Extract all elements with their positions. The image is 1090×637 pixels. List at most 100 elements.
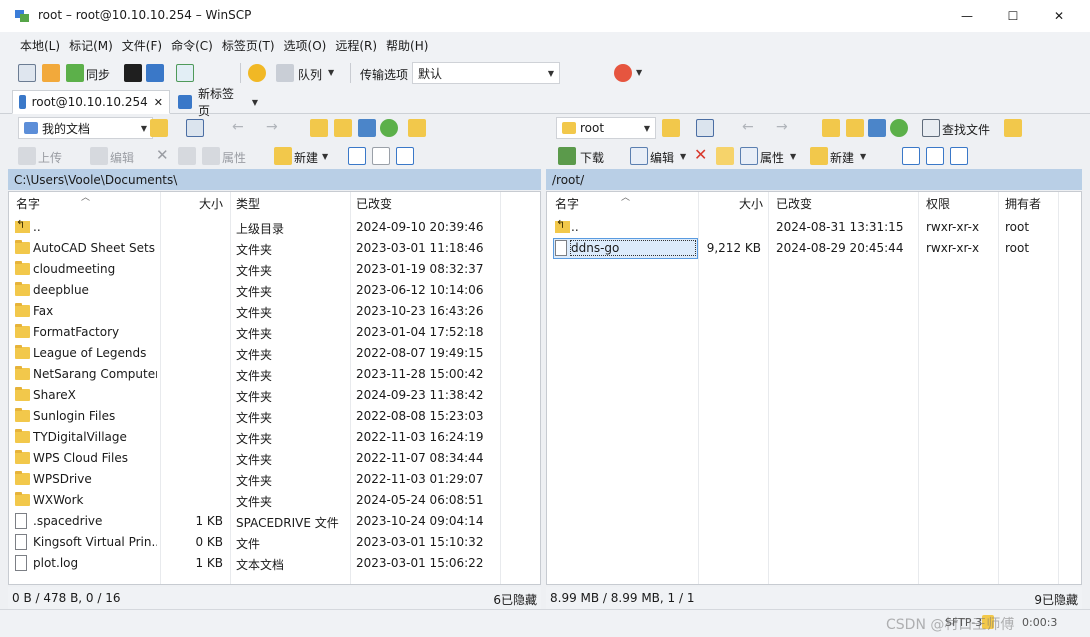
menu-remote[interactable]: 远程(R) (335, 37, 377, 54)
menu-help[interactable]: 帮助(H) (386, 37, 428, 54)
edit-icon[interactable] (630, 147, 648, 165)
column-header-rights[interactable]: 权限 (926, 192, 950, 214)
column-header-changed[interactable]: 已改变 (356, 192, 392, 214)
properties-icon[interactable] (202, 147, 220, 165)
download-button[interactable]: 下载 (580, 149, 604, 166)
table-row[interactable]: League of Legends 文件夹 2022-08-07 19:49:15 (9, 343, 540, 364)
table-row[interactable]: AutoCAD Sheet Sets 文件夹 2023-03-01 11:18:46 (9, 238, 540, 259)
queue-dropdown-icon[interactable]: ▼ (328, 68, 334, 77)
select-all-icon[interactable] (348, 147, 366, 165)
table-row[interactable]: WPS Cloud Files 文件夹 2022-11-07 08:34:44 (9, 448, 540, 469)
table-row[interactable]: NetSarang Computer 文件夹 2023-11-28 15:00:42 (9, 364, 540, 385)
table-row[interactable]: ddns-go 9,212 KB 2024-08-29 20:45:44 rwxr-x… (547, 238, 1081, 259)
queue-button[interactable]: 队列 (298, 66, 322, 83)
column-header-name[interactable]: 名字 (16, 192, 40, 214)
table-row[interactable]: FormatFactory 文件夹 2023-01-04 17:52:18 (9, 322, 540, 343)
unselect-icon[interactable] (926, 147, 944, 165)
delete-icon[interactable]: ✕ (694, 145, 707, 164)
column-header-owner[interactable]: 拥有者 (1005, 192, 1041, 214)
new-icon[interactable] (810, 147, 828, 165)
refresh-session-icon[interactable] (176, 64, 194, 82)
edit-icon[interactable] (90, 147, 108, 165)
properties-button[interactable]: 属性 (222, 149, 246, 166)
menu-options[interactable]: 选项(O) (284, 37, 327, 54)
chevron-down-icon[interactable]: ▼ (322, 152, 328, 161)
parent-directory-icon[interactable] (310, 119, 328, 137)
chevron-down-icon[interactable]: ▼ (680, 152, 686, 161)
edit-button[interactable]: 编辑 (110, 149, 134, 166)
column-header-size[interactable]: 大小 (739, 192, 763, 214)
forward-icon[interactable]: → (776, 119, 788, 135)
minimize-button[interactable]: — (944, 0, 990, 32)
new-icon[interactable] (274, 147, 292, 165)
back-icon[interactable]: ← (742, 119, 754, 135)
transfer-settings-select[interactable]: 默认 ▼ (412, 62, 560, 84)
table-row[interactable]: TYDigitalVillage 文件夹 2022-11-03 16:24:19 (9, 427, 540, 448)
table-row[interactable]: deepblue 文件夹 2023-06-12 10:14:06 (9, 280, 540, 301)
home-icon[interactable] (358, 119, 376, 137)
filter-select-icon[interactable] (396, 147, 414, 165)
rename-icon[interactable] (716, 147, 734, 165)
tab-new[interactable]: 新标签页 ▼ (172, 87, 264, 118)
rename-icon[interactable] (178, 147, 196, 165)
tree-view-icon[interactable] (408, 119, 426, 137)
properties-button[interactable]: 属性 (760, 149, 784, 166)
download-icon[interactable] (558, 147, 576, 165)
remote-file-list[interactable]: 名字 ︿ 大小 已改变 权限 拥有者 .. 2024-08-31 13:31:15… (546, 191, 1082, 585)
filter-select-icon[interactable] (950, 147, 968, 165)
local-hidden-count[interactable]: 6已隐藏 (493, 591, 537, 608)
chevron-down-icon[interactable]: ▼ (860, 152, 866, 161)
close-tab-icon[interactable]: ✕ (154, 96, 163, 109)
column-header-changed[interactable]: 已改变 (776, 192, 812, 214)
table-row[interactable]: Sunlogin Files 文件夹 2022-08-08 15:23:03 (9, 406, 540, 427)
synchronize-browsing-icon[interactable] (42, 64, 60, 82)
new-button[interactable]: 新建 (830, 149, 854, 166)
queue-icon[interactable] (276, 64, 294, 82)
compare-directories-icon[interactable] (18, 64, 36, 82)
menu-local[interactable]: 本地(L) (20, 37, 60, 54)
table-row[interactable]: cloudmeeting 文件夹 2023-01-19 08:32:37 (9, 259, 540, 280)
select-all-icon[interactable] (902, 147, 920, 165)
sync-button[interactable]: 同步 (86, 66, 110, 83)
local-file-list[interactable]: 名字 ︿ 大小 类型 已改变 .. 上级目录 2024-09-10 20:39:46… (8, 191, 541, 585)
back-icon[interactable]: ← (232, 119, 244, 135)
putty-icon[interactable] (146, 64, 164, 82)
maximize-button[interactable]: ☐ (990, 0, 1036, 32)
sync-session-icon[interactable] (614, 64, 632, 82)
table-row[interactable]: Fax 文件夹 2023-10-23 16:43:26 (9, 301, 540, 322)
table-row[interactable]: WPSDrive 文件夹 2022-11-03 01:29:07 (9, 469, 540, 490)
sync-session-dropdown-icon[interactable]: ▼ (636, 68, 642, 77)
menu-file[interactable]: 文件(F) (122, 37, 162, 54)
menu-tabs[interactable]: 标签页(T) (222, 37, 275, 54)
table-row[interactable]: WXWork 文件夹 2024-05-24 06:08:51 (9, 490, 540, 511)
table-row[interactable]: Kingsoft Virtual Prin... 0 KB 文件 2023-03-01… (9, 532, 540, 553)
filter-icon[interactable] (696, 119, 714, 137)
chevron-down-icon[interactable]: ▼ (252, 98, 258, 107)
upload-button[interactable]: 上传 (38, 149, 62, 166)
table-row[interactable]: ShareX 文件夹 2024-09-23 11:38:42 (9, 385, 540, 406)
remote-location-select[interactable]: root ▼ (556, 117, 656, 139)
refresh-icon[interactable] (890, 119, 908, 137)
unselect-icon[interactable] (372, 147, 390, 165)
table-row[interactable]: .spacedrive 1 KB SPACEDRIVE 文件 2023-10-24 0… (9, 511, 540, 532)
remote-hidden-count[interactable]: 9已隐藏 (1034, 591, 1078, 608)
menu-mark[interactable]: 标记(M) (69, 37, 113, 54)
tab-session[interactable]: root@10.10.10.254 ✕ (12, 90, 170, 114)
filter-icon[interactable] (186, 119, 204, 137)
home-icon[interactable] (868, 119, 886, 137)
preferences-gear-icon[interactable] (248, 64, 266, 82)
local-location-select[interactable]: 我的文档 ▼ (18, 117, 153, 139)
find-files-icon[interactable] (922, 119, 940, 137)
root-directory-icon[interactable] (846, 119, 864, 137)
table-row[interactable]: plot.log 1 KB 文本文档 2023-03-01 15:06:22 (9, 553, 540, 574)
open-folder-icon[interactable] (150, 119, 168, 137)
table-row[interactable]: .. 上级目录 2024-09-10 20:39:46 (9, 217, 540, 238)
close-button[interactable]: ✕ (1036, 0, 1082, 32)
column-header-size[interactable]: 大小 (199, 192, 223, 214)
column-header-name[interactable]: 名字 (555, 192, 579, 214)
sync-icon[interactable] (66, 64, 84, 82)
find-files-button[interactable]: 查找文件 (942, 121, 990, 138)
menu-command[interactable]: 命令(C) (171, 37, 213, 54)
open-folder-icon[interactable] (662, 119, 680, 137)
properties-icon[interactable] (740, 147, 758, 165)
